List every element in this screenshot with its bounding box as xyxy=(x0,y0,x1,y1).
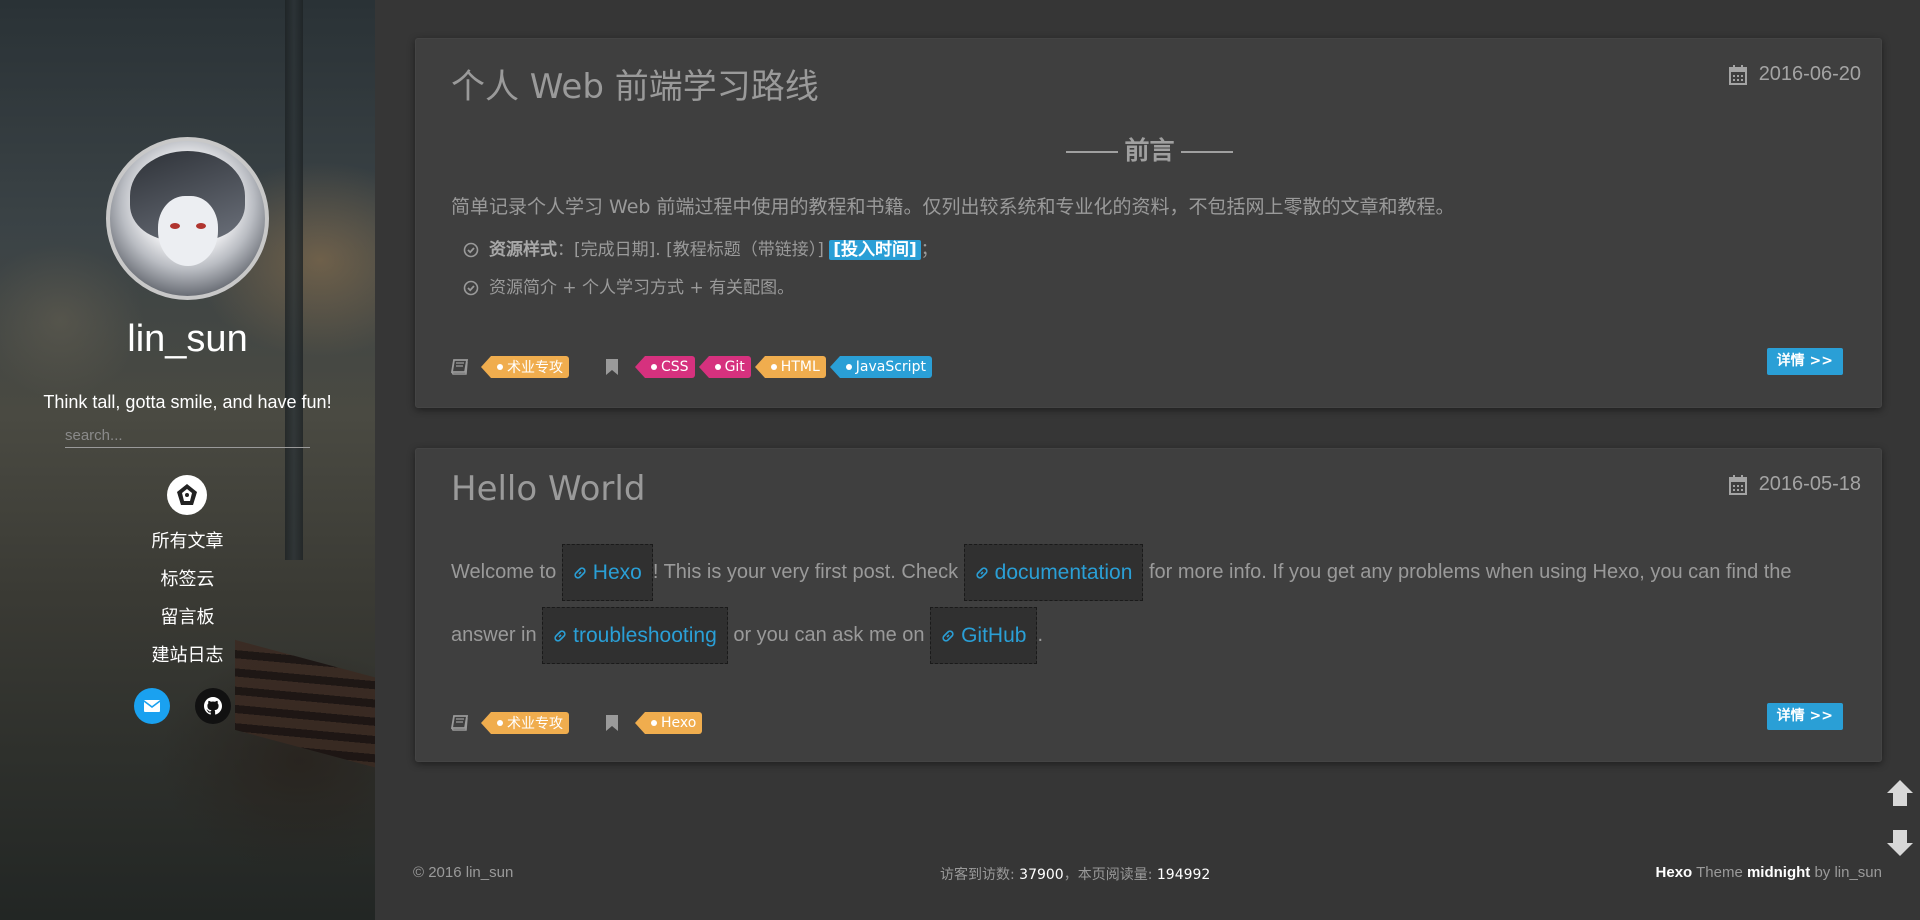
link-github[interactable]: GitHub xyxy=(930,607,1038,665)
bookmark-icon xyxy=(605,358,625,376)
sidebar-background-lamp-post xyxy=(285,0,303,560)
post-card: Hello World 2016-05-18 Welcome to Hexo! … xyxy=(415,448,1882,762)
link-icon xyxy=(976,567,988,579)
search-input[interactable] xyxy=(65,424,310,448)
category-tag[interactable]: 术业专攻 xyxy=(481,356,569,378)
sidebar-nav: 所有文章 标签云 留言板 建站日志 xyxy=(0,528,375,680)
avatar[interactable] xyxy=(106,137,269,300)
nav-tag-cloud[interactable]: 标签云 xyxy=(0,566,375,604)
nav-all-posts[interactable]: 所有文章 xyxy=(0,528,375,566)
footer-stats: 访客到访数: 37900，本页阅读量: 194992 xyxy=(940,867,1211,883)
link-troubleshooting[interactable]: troubleshooting xyxy=(542,607,728,665)
post-bullets: 资源样式：[完成日期]. [教程标题（带链接）] [投入时间]； 资源简介 + … xyxy=(463,239,938,315)
book-icon xyxy=(451,359,471,375)
post-meta: 术业专攻 Hexo xyxy=(451,712,703,734)
visit-count: 37900 xyxy=(1019,867,1064,883)
preface-heading: 前言 xyxy=(416,131,1883,167)
link-icon xyxy=(574,567,586,579)
post-meta: 术业专攻 CSS Git HTML JavaScript xyxy=(451,356,932,378)
nav-guestbook[interactable]: 留言板 xyxy=(0,604,375,642)
github-icon xyxy=(204,697,222,715)
post-title[interactable]: 个人 Web 前端学习路线 xyxy=(451,59,819,108)
scroll-top-button[interactable] xyxy=(1885,778,1915,808)
post-title[interactable]: Hello World xyxy=(451,469,645,509)
list-item: 资源简介 + 个人学习方式 + 有关配图。 xyxy=(463,277,938,315)
theme-link[interactable]: midnight xyxy=(1747,864,1810,881)
site-logo-icon[interactable] xyxy=(167,475,207,515)
check-circle-icon xyxy=(463,242,479,258)
post-body: Welcome to Hexo! This is your very first… xyxy=(451,541,1851,667)
bookmark-icon xyxy=(605,714,625,732)
footer-theme: Hexo Theme midnight by lin_sun xyxy=(1655,864,1882,881)
footer-copyright: © 2016 lin_sun xyxy=(413,864,514,881)
tag-css[interactable]: CSS xyxy=(635,356,695,378)
book-icon xyxy=(451,715,471,731)
pen-nib-icon xyxy=(177,484,197,505)
calendar-icon xyxy=(1728,474,1747,495)
post-intro: 简单记录个人学习 Web 前端过程中使用的教程和书籍。仅列出较系统和专业化的资料… xyxy=(451,196,1455,218)
tagline: Think tall, gotta smile, and have fun! xyxy=(43,392,332,412)
check-circle-icon xyxy=(463,280,479,296)
calendar-icon xyxy=(1728,64,1747,85)
link-icon xyxy=(554,630,566,642)
hexo-link[interactable]: Hexo xyxy=(1656,864,1693,881)
details-button[interactable]: 详情 >> xyxy=(1766,348,1843,375)
arrow-up-icon xyxy=(1887,780,1913,806)
post-date-text: 2016-05-18 xyxy=(1758,473,1861,495)
github-button[interactable] xyxy=(195,688,231,724)
link-icon xyxy=(942,630,954,642)
highlight-badge: [投入时间] xyxy=(829,240,921,260)
tag-javascript[interactable]: JavaScript xyxy=(829,356,932,378)
post-date: 2016-05-18 xyxy=(1728,473,1861,496)
post-card: 个人 Web 前端学习路线 2016-06-20 前言 简单记录个人学习 Web… xyxy=(415,38,1882,408)
tag-git[interactable]: Git xyxy=(698,356,751,378)
tag-html[interactable]: HTML xyxy=(754,356,826,378)
link-hexo[interactable]: Hexo xyxy=(561,544,653,602)
read-count: 194992 xyxy=(1156,867,1211,883)
post-date: 2016-06-20 xyxy=(1728,63,1861,86)
mail-icon xyxy=(143,700,161,712)
tag-hexo[interactable]: Hexo xyxy=(634,712,703,734)
arrow-down-icon xyxy=(1887,830,1913,856)
email-button[interactable] xyxy=(134,688,170,724)
list-item: 资源样式：[完成日期]. [教程标题（带链接）] [投入时间]； xyxy=(463,239,938,277)
nav-site-log[interactable]: 建站日志 xyxy=(0,642,375,680)
post-date-text: 2016-06-20 xyxy=(1758,63,1861,85)
username[interactable]: lin_sun xyxy=(0,318,375,361)
link-documentation[interactable]: documentation xyxy=(963,544,1144,602)
category-tag[interactable]: 术业专攻 xyxy=(481,712,569,734)
details-button[interactable]: 详情 >> xyxy=(1766,703,1843,730)
scroll-bottom-button[interactable] xyxy=(1885,828,1915,858)
sidebar: lin_sun Think tall, gotta smile, and hav… xyxy=(0,0,375,920)
